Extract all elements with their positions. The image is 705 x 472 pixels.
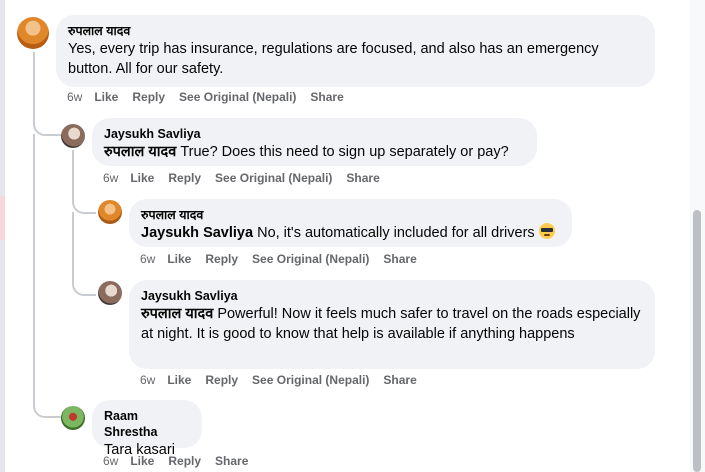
share-button[interactable]: Share: [310, 90, 343, 104]
comment-actions: 6w Like Reply See Original (Nepali) Shar…: [103, 171, 394, 185]
avatar[interactable]: [61, 406, 85, 430]
comment-timestamp[interactable]: 6w: [140, 252, 155, 266]
comment-actions: 6w Like Reply See Original (Nepali) Shar…: [140, 373, 431, 387]
avatar[interactable]: [17, 17, 49, 49]
sunglasses-emoji-icon: [538, 223, 555, 239]
like-button[interactable]: Like: [130, 171, 154, 185]
share-button[interactable]: Share: [346, 171, 379, 185]
reply-button[interactable]: Reply: [168, 454, 201, 468]
thread-line-nested-2: [72, 212, 96, 296]
share-button[interactable]: Share: [215, 454, 248, 468]
reply-button[interactable]: Reply: [132, 90, 165, 104]
reply-button[interactable]: Reply: [168, 171, 201, 185]
mention-tag[interactable]: रुपलाल यादव: [104, 144, 176, 160]
left-panel-accent: [0, 196, 5, 240]
like-button[interactable]: Like: [94, 90, 118, 104]
reply-button[interactable]: Reply: [205, 252, 238, 266]
avatar[interactable]: [98, 281, 122, 305]
comment-author[interactable]: रुपलाल यादव: [141, 207, 560, 223]
comment-timestamp[interactable]: 6w: [103, 454, 118, 468]
see-original-button[interactable]: See Original (Nepali): [179, 90, 296, 104]
comment-timestamp[interactable]: 6w: [67, 90, 82, 104]
comment-bubble: रुपलाल यादव Jaysukh Savliya No, it's aut…: [129, 199, 572, 247]
comment-bubble: Jaysukh Savliya रुपलाल यादव Powerful! No…: [129, 280, 655, 369]
see-original-button[interactable]: See Original (Nepali): [252, 252, 369, 266]
thread-line-nested: [72, 150, 96, 214]
scrollbar-thumb[interactable]: [693, 210, 701, 472]
comment-actions: 6w Like Reply See Original (Nepali) Shar…: [140, 252, 431, 266]
thread-line-main-2: [33, 134, 61, 418]
share-button[interactable]: Share: [383, 252, 416, 266]
like-button[interactable]: Like: [167, 252, 191, 266]
comment-timestamp[interactable]: 6w: [140, 373, 155, 387]
comment-text: No, it's automatically included for all …: [257, 225, 535, 241]
comment-text: Yes, every trip has insurance, regulatio…: [68, 41, 599, 77]
see-original-button[interactable]: See Original (Nepali): [215, 171, 332, 185]
comment-author[interactable]: Jaysukh Savliya: [141, 288, 643, 304]
comment-timestamp[interactable]: 6w: [103, 171, 118, 185]
comment-author[interactable]: रुपलाल यादव: [68, 23, 643, 39]
mention-tag[interactable]: रुपलाल यादव: [141, 306, 213, 322]
mention-tag[interactable]: Jaysukh Savliya: [141, 225, 253, 241]
comment-actions: 6w Like Reply Share: [103, 454, 262, 468]
comment-author[interactable]: Jaysukh Savliya: [104, 126, 525, 142]
comment-bubble: Raam Shrestha Tara kasari: [92, 400, 202, 458]
comment-text: True? Does this need to sign up separate…: [180, 144, 509, 160]
avatar[interactable]: [98, 200, 122, 224]
avatar[interactable]: [61, 124, 85, 148]
like-button[interactable]: Like: [130, 454, 154, 468]
comment-bubble: रुपलाल यादव Yes, every trip has insuranc…: [56, 15, 655, 87]
comment-text: Powerful! Now it feels much safer to tra…: [141, 306, 641, 342]
comment-bubble: Jaysukh Savliya रुपलाल यादव True? Does t…: [92, 118, 537, 166]
share-button[interactable]: Share: [383, 373, 416, 387]
reply-button[interactable]: Reply: [205, 373, 238, 387]
see-original-button[interactable]: See Original (Nepali): [252, 373, 369, 387]
like-button[interactable]: Like: [167, 373, 191, 387]
comment-author[interactable]: Raam Shrestha: [104, 408, 190, 440]
comment-actions: 6w Like Reply See Original (Nepali) Shar…: [67, 90, 358, 104]
